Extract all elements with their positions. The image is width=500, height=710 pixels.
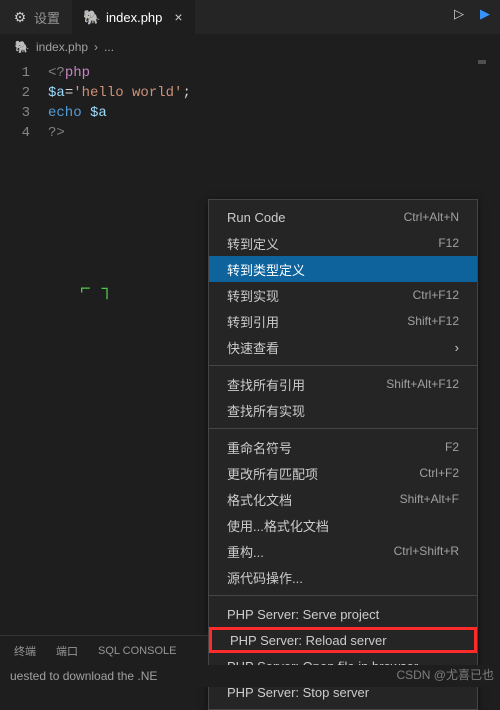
tab-settings[interactable]: ⚙ 设置 [0,0,72,34]
menu-item-label: 重命名符号 [227,438,292,457]
menu-item[interactable]: 快速查看 › [209,334,477,360]
status-text: uested to download the .NE [10,669,157,683]
menu-item[interactable]: PHP Server: Reload server [209,627,477,653]
elephant-icon: 🐘 [14,39,30,55]
menu-item[interactable]: Run Code Ctrl+Alt+N [209,204,477,230]
line-number: 1 [0,65,48,81]
panel-tab-terminal[interactable]: 终端 [14,643,36,659]
menu-item[interactable]: 格式化文档 Shift+Alt+F [209,486,477,512]
menu-item-label: 格式化文档 [227,490,292,509]
cursor-indicator: ⌐ ┐ [80,280,112,300]
elephant-icon: 🐘 [84,9,100,25]
menu-item[interactable]: 重命名符号 F2 [209,434,477,460]
menu-item[interactable]: 使用...格式化文档 [209,512,477,538]
menu-item-label: PHP Server: Reload server [230,633,387,648]
editor-title-actions: ▷ ▶ [454,6,490,22]
panel-tab-sql[interactable]: SQL CONSOLE [98,645,176,657]
menu-separator [209,365,477,366]
menu-shortcut: Ctrl+Alt+N [404,210,459,224]
menu-item-label: 查找所有引用 [227,375,305,394]
menu-item-label: 快速查看 [227,338,279,357]
chevron-right-icon: › [94,40,98,54]
panel-tabs: 终端 端口 SQL CONSOLE [0,635,208,665]
minimap[interactable] [478,60,486,64]
tab-bar: ⚙ 设置 🐘 index.php × [0,0,500,35]
watermark: CSDN @尤喜已也 [396,666,494,683]
menu-item[interactable]: 查找所有实现 [209,397,477,423]
menu-item[interactable]: 重构... Ctrl+Shift+R [209,538,477,564]
play-icon[interactable]: ▷ [454,6,464,22]
code-content[interactable]: echo $a [48,105,107,121]
close-icon[interactable]: × [174,9,182,25]
line-number: 4 [0,125,48,141]
menu-item-label: 源代码操作... [227,568,303,587]
menu-item-label: 重构... [227,542,264,561]
run-icon[interactable]: ▶ [480,6,490,22]
line-number: 3 [0,105,48,121]
menu-separator [209,595,477,596]
tab-label: 设置 [34,8,60,27]
breadcrumb[interactable]: 🐘 index.php › ... [0,35,500,59]
menu-shortcut: Shift+F12 [407,314,459,328]
menu-item-label: 更改所有匹配项 [227,464,318,483]
menu-item[interactable]: 转到实现 Ctrl+F12 [209,282,477,308]
code-line[interactable]: 1<?php [0,63,500,83]
code-line[interactable]: 3echo $a [0,103,500,123]
line-number: 2 [0,85,48,101]
menu-item[interactable]: 转到引用 Shift+F12 [209,308,477,334]
menu-item[interactable]: PHP Server: Serve project [209,601,477,627]
menu-item[interactable]: 源代码操作... [209,564,477,590]
chevron-right-icon: › [455,340,459,355]
menu-item-label: 转到类型定义 [227,260,305,279]
menu-item-label: Run Code [227,210,286,225]
menu-shortcut: Ctrl+F2 [419,466,459,480]
code-line[interactable]: 2$a='hello world'; [0,83,500,103]
menu-item-label: 查找所有实现 [227,401,305,420]
menu-item-label: 使用...格式化文档 [227,516,329,535]
menu-item-label: 转到实现 [227,286,279,305]
gear-icon: ⚙ [12,9,28,25]
menu-item-label: 转到定义 [227,234,279,253]
code-content[interactable]: <?php [48,65,90,81]
menu-shortcut: Ctrl+F12 [413,288,459,302]
menu-separator [209,428,477,429]
menu-shortcut: Ctrl+Shift+R [394,544,459,558]
code-content[interactable]: ?> [48,125,65,141]
context-menu: Run Code Ctrl+Alt+N 转到定义 F12 转到类型定义转到实现 Ctrl+… [208,199,478,710]
menu-item[interactable]: 转到类型定义 [209,256,477,282]
menu-item-label: PHP Server: Serve project [227,607,379,622]
menu-shortcut: F12 [438,236,459,250]
menu-shortcut: Shift+Alt+F12 [386,377,459,391]
breadcrumb-ellipsis: ... [104,40,114,54]
menu-item[interactable]: 更改所有匹配项 Ctrl+F2 [209,460,477,486]
tab-file-active[interactable]: 🐘 index.php × [72,0,195,34]
panel-tab-ports[interactable]: 端口 [56,643,78,659]
menu-shortcut: F2 [445,440,459,454]
menu-item[interactable]: 转到定义 F12 [209,230,477,256]
breadcrumb-file: index.php [36,40,88,54]
code-editor[interactable]: 1<?php2$a='hello world';3echo $a4?> [0,59,500,147]
menu-shortcut: Shift+Alt+F [400,492,459,506]
code-content[interactable]: $a='hello world'; [48,85,191,101]
menu-item-label: 转到引用 [227,312,279,331]
tab-label: index.php [106,10,162,25]
menu-item[interactable]: 查找所有引用 Shift+Alt+F12 [209,371,477,397]
code-line[interactable]: 4?> [0,123,500,143]
